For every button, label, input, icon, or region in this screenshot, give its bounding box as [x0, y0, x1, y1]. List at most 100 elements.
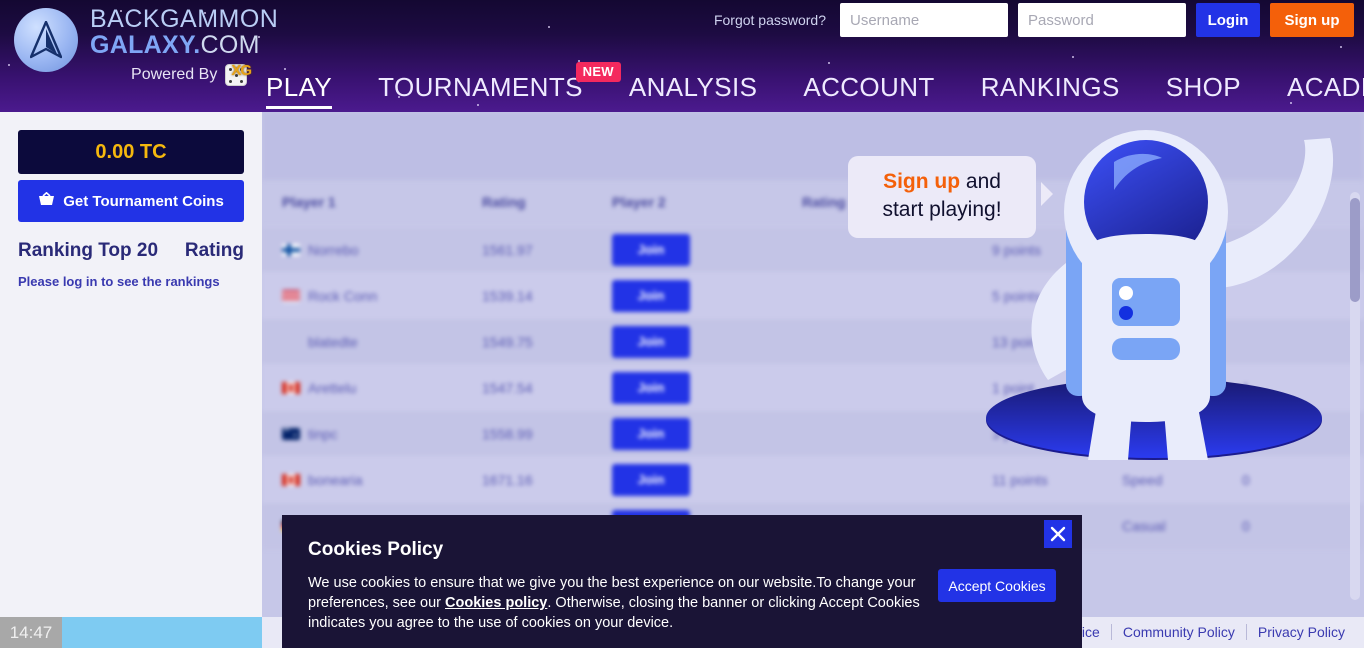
- join-button[interactable]: Join: [612, 233, 690, 266]
- brand-line-2: GALAXY.COM: [90, 32, 278, 59]
- footer-link[interactable]: Privacy Policy: [1245, 624, 1356, 640]
- nav-item-shop[interactable]: SHOP: [1166, 72, 1241, 109]
- nav-item-label: TOURNAMENTS: [378, 72, 583, 102]
- lobby-extra-cell: 0: [1222, 502, 1364, 549]
- lobby-join-cell: Join: [592, 318, 782, 365]
- star-decoration: [828, 62, 830, 64]
- star-decoration: [1072, 56, 1074, 58]
- promo-and-text: and: [960, 170, 1001, 193]
- brand-logo[interactable]: BACKGAMMON GALAXY.COM Powered By XG: [14, 6, 278, 86]
- lobby-rating2-cell: [782, 318, 972, 365]
- ranking-login-note: Please log in to see the rankings: [18, 274, 220, 289]
- cookies-policy-link[interactable]: Cookies policy: [445, 595, 547, 611]
- signup-button[interactable]: Sign up: [1270, 3, 1354, 37]
- nav-item-label: SHOP: [1165, 72, 1241, 102]
- login-button[interactable]: Login: [1196, 3, 1260, 37]
- nav-item-label: ACCOUNT: [803, 72, 935, 102]
- promo-line-2: start playing!: [882, 198, 1002, 221]
- lobby-player1-cell: Arettelu: [262, 364, 462, 411]
- password-input[interactable]: [1018, 3, 1186, 37]
- brand-line-1: BACKGAMMON: [90, 5, 279, 33]
- left-sidebar: 0.00 TC Get Tournament Coins Ranking Top…: [0, 112, 262, 617]
- cookies-text: We use cookies to ensure that we give yo…: [308, 573, 958, 633]
- promo-signup-text: Sign up: [883, 170, 961, 193]
- nav-item-label: PLAY: [266, 72, 333, 102]
- powered-by-label: Powered By: [131, 66, 218, 83]
- lobby-player1-cell: blatedte: [262, 318, 462, 365]
- star-decoration: [284, 68, 286, 70]
- cookies-banner: Cookies Policy We use cookies to ensure …: [282, 515, 1082, 648]
- nav-item-academy[interactable]: ACADEMY: [1287, 72, 1364, 109]
- xg-dice-icon: XG: [225, 62, 252, 86]
- join-button[interactable]: Join: [612, 463, 690, 496]
- site-header: BACKGAMMON GALAXY.COM Powered By XG Forg…: [0, 0, 1364, 112]
- ranking-header: Ranking Top 20 Rating: [18, 240, 244, 262]
- signup-promo-bubble: Sign up and start playing!: [848, 156, 1053, 238]
- join-button[interactable]: Join: [612, 279, 690, 312]
- footer-link[interactable]: Community Policy: [1110, 624, 1246, 640]
- nav-item-play[interactable]: PLAY: [266, 72, 333, 109]
- close-x-icon: [1050, 526, 1066, 542]
- lobby-join-cell: Join: [592, 272, 782, 319]
- lobby-rating1-cell: 1549.75: [462, 318, 592, 365]
- lobby-rating2-cell: [782, 410, 972, 457]
- ranking-rating-column: Rating: [184, 240, 244, 261]
- lobby-rating2-cell: [782, 456, 972, 503]
- lobby-speed-cell: Casual: [1102, 502, 1222, 549]
- lobby-player1-name: Rock Conn: [308, 287, 378, 304]
- brand-galaxy: GALAXY: [90, 31, 194, 59]
- star-decoration: [1340, 46, 1342, 48]
- join-button[interactable]: Join: [612, 325, 690, 358]
- lobby-join-cell: Join: [592, 456, 782, 503]
- galaxy-logo-icon: [14, 8, 78, 72]
- close-icon[interactable]: [1044, 520, 1072, 548]
- lobby-column-header: Player 2: [612, 194, 666, 210]
- login-bar: Forgot password? Login Sign up: [714, 3, 1354, 37]
- get-tournament-coins-label: Get Tournament Coins: [63, 192, 224, 210]
- lobby-player1-name: Norrebo: [308, 241, 359, 258]
- lobby-player1-name: Arettelu: [308, 379, 357, 396]
- star-decoration: [548, 26, 550, 28]
- cookies-title: Cookies Policy: [308, 539, 444, 560]
- taskbar-clock: 14:47: [0, 617, 62, 648]
- os-taskbar: 14:47: [0, 617, 262, 648]
- username-input[interactable]: [840, 3, 1008, 37]
- lobby-join-cell: Join: [592, 364, 782, 411]
- tournament-coin-balance: 0.00 TC: [18, 130, 244, 174]
- lobby-rating2-cell: [782, 364, 972, 411]
- nav-item-rankings[interactable]: RANKINGS: [981, 72, 1120, 109]
- promo-line-1: Sign up and: [883, 169, 1001, 197]
- lobby-join-cell: Join: [592, 226, 782, 273]
- lobby-player1-cell: bonearia: [262, 456, 462, 503]
- get-tournament-coins-button[interactable]: Get Tournament Coins: [18, 180, 244, 222]
- lobby-column-header: Player 1: [282, 194, 336, 210]
- app-root: BACKGAMMON GALAXY.COM Powered By XG Forg…: [0, 0, 1364, 648]
- nav-item-account[interactable]: ACCOUNT: [803, 72, 934, 109]
- lobby-rating1-cell: 1558.99: [462, 410, 592, 457]
- star-decoration: [8, 64, 10, 66]
- join-button[interactable]: Join: [612, 371, 690, 404]
- lobby-player1-cell: tinpc: [262, 410, 462, 457]
- ranking-title: Ranking Top 20: [18, 240, 159, 261]
- lobby-column-header: Rating: [482, 194, 526, 210]
- main-navigation: PLAY TOURNAMENTS NEW ANALYSIS ACCOUNT RANKING…: [266, 62, 1364, 109]
- join-button[interactable]: Join: [612, 417, 690, 450]
- accept-cookies-button[interactable]: Accept Cookies: [938, 569, 1056, 602]
- brand-com: COM: [200, 31, 260, 59]
- nav-item-label: ACADEMY: [1287, 72, 1364, 102]
- lobby-rating1-cell: 1561.97: [462, 226, 592, 273]
- lobby-player1-cell: Rock Conn: [262, 272, 462, 319]
- nav-item-label: RANKINGS: [980, 72, 1120, 102]
- forgot-password-link[interactable]: Forgot password?: [714, 12, 826, 28]
- nav-item-analysis[interactable]: ANALYSIS: [629, 72, 757, 109]
- basket-icon: [38, 191, 55, 211]
- lobby-player1-cell: Norrebo: [262, 226, 462, 273]
- nav-item-tournaments[interactable]: TOURNAMENTS NEW: [378, 62, 621, 109]
- lobby-rating1-cell: 1539.14: [462, 272, 592, 319]
- lobby-rating1-cell: 1547.54: [462, 364, 592, 411]
- nav-new-badge: NEW: [575, 62, 621, 82]
- lobby-player1-name: bonearia: [308, 471, 363, 488]
- powered-by: Powered By XG: [100, 62, 278, 86]
- lobby-player1-name: blatedte: [308, 333, 358, 350]
- xg-logo-text: XG: [231, 62, 252, 79]
